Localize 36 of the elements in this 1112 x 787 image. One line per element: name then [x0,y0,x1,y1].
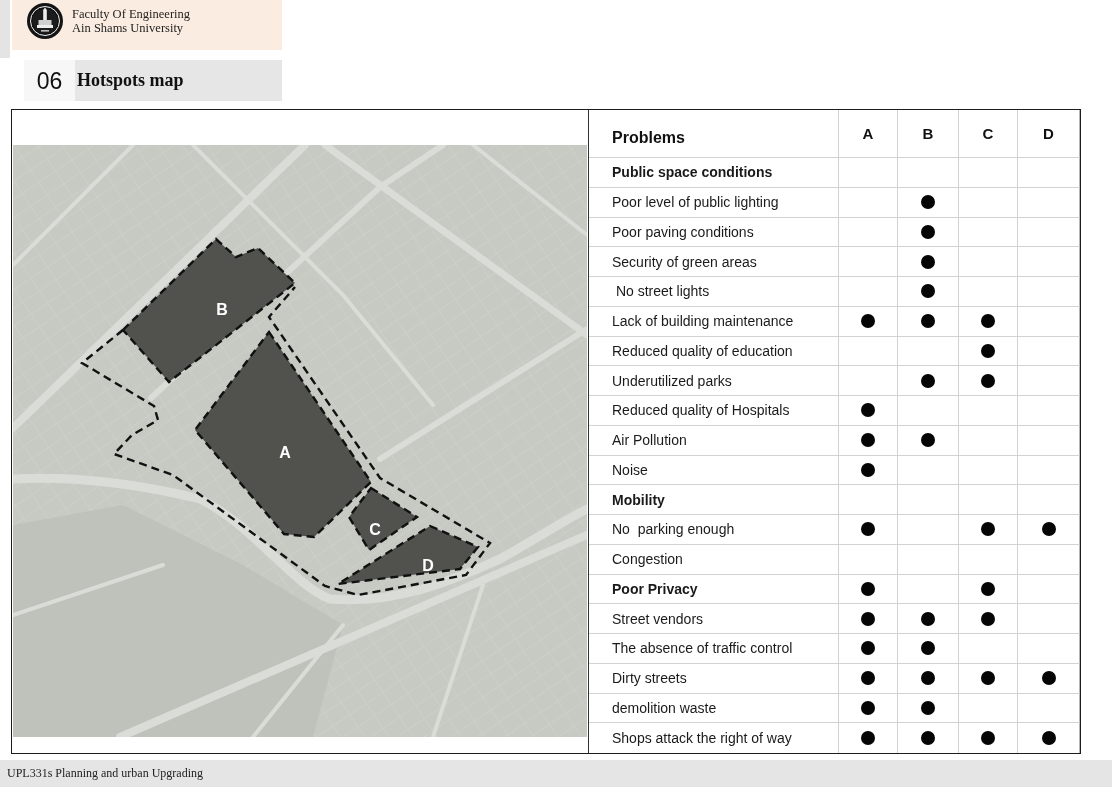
problem-label: Underutilized parks [612,372,732,389]
problem-label: Security of green areas [612,253,757,270]
problem-label: Poor paving conditions [612,223,754,240]
problem-label: Congestion [612,551,683,568]
problem-label: No street lights [614,283,710,300]
category-label: Public space conditions [612,164,773,181]
problem-label: Shops attack the right of way [612,730,792,747]
zone-label: C [369,520,381,538]
problem-label: Reduced quality of Hospitals [612,402,790,419]
problem-label: Street vendors [612,610,704,627]
problem-label: No parking enough [612,521,735,538]
problem-label: Poor level of public lighting [612,194,779,211]
column-header: C [982,125,994,142]
zone-label: B [216,300,228,318]
university-name: Ain Shams University [72,21,185,35]
column-header: D [1043,125,1054,142]
course-title: UPL331s Planning and urban Upgrading [7,766,203,781]
problem-label: Reduced quality of education [612,342,793,359]
problem-label: Dirty streets [612,670,687,687]
section-title: Hotspots map [75,60,282,101]
faculty-name: Faculty Of Engineering [72,7,191,21]
column-header: B [922,125,934,142]
section-number: 06 [24,60,75,101]
column-header: Problems [612,128,685,147]
seal-icon [27,3,63,39]
problem-label: The absence of traffic control [612,640,793,657]
problem-label: demolition waste [612,699,717,716]
zone-label: A [279,443,291,461]
category-label: Mobility [612,491,665,508]
column-header: A [862,125,874,142]
category-label: Poor Privacy [612,580,698,597]
accent-bar [0,0,10,58]
problem-label: Noise [612,461,648,478]
problem-label: Air Pollution [612,432,687,449]
zone-label: D [422,556,434,574]
problem-label: Lack of building maintenance [612,313,794,330]
